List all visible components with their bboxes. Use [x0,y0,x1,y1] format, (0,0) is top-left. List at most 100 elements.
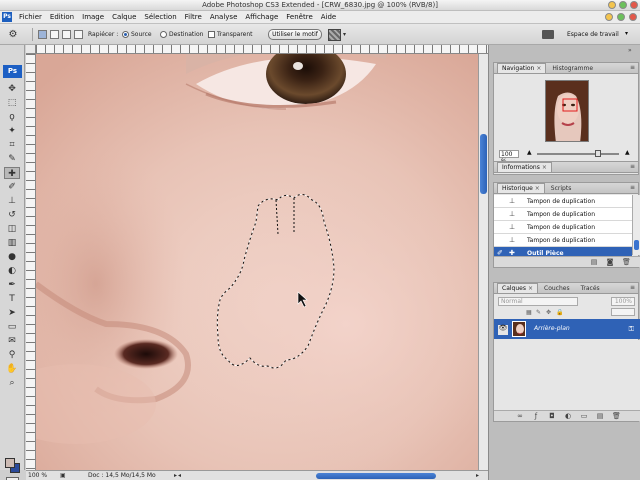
history-state[interactable]: ⊥ Tampon de duplication [494,221,632,234]
subtract-selection-mode-button[interactable] [62,30,71,39]
new-group-icon[interactable]: ▭ [580,413,588,420]
zoom-in-icon[interactable]: ▲ [625,149,630,156]
magic-wand-tool-icon[interactable]: ✦ [4,125,20,137]
close-tab-icon[interactable]: × [535,185,540,192]
healing-patch-tool-icon[interactable]: ✚ [4,167,20,179]
transparent-checkbox[interactable] [208,31,215,38]
link-layers-icon[interactable]: ∞ [516,413,524,420]
blend-mode-select[interactable]: Normal [498,297,578,306]
clone-stamp-tool-icon[interactable]: ⊥ [4,195,20,207]
destination-radio[interactable] [160,31,167,38]
collapse-panels-icon[interactable]: » [628,47,637,54]
history-scrollbar[interactable] [632,195,640,255]
status-info-icon[interactable]: ▣ [60,472,67,479]
tab-calques[interactable]: Calques × [497,283,538,293]
dodge-tool-icon[interactable]: ◐ [4,265,20,277]
doc-minimize-button[interactable] [605,13,613,21]
eraser-tool-icon[interactable]: ◫ [4,223,20,235]
panel-menu-icon[interactable]: ≡ [630,163,635,170]
vertical-scrollbar[interactable] [478,54,488,470]
layer-style-icon[interactable]: ƒ [532,413,540,420]
intersect-selection-mode-button[interactable] [74,30,83,39]
lasso-tool-icon[interactable]: ϙ [4,111,20,123]
close-tab-icon[interactable]: × [528,285,533,292]
new-document-from-state-icon[interactable]: ▤ [590,259,598,266]
blur-tool-icon[interactable]: ● [4,251,20,263]
workspace-chevron-icon[interactable]: ▾ [625,30,628,37]
layer-row-background[interactable]: 👁 Arrière-plan ⚿ [494,319,640,339]
add-selection-mode-button[interactable] [50,30,59,39]
history-scrollbar-thumb[interactable] [634,240,639,250]
menu-edition[interactable]: Edition [46,11,78,24]
tab-couches[interactable]: Couches [539,283,575,293]
panel-menu-icon[interactable]: ≡ [630,184,635,191]
history-brush-tool-icon[interactable]: ↺ [4,209,20,221]
navigator-zoom-knob[interactable] [595,150,601,157]
menu-fichier[interactable]: Fichier [15,11,46,24]
panel-menu-icon[interactable]: ≡ [630,64,635,71]
panel-menu-icon[interactable]: ≡ [630,284,635,291]
eyedropper-sample-tool-icon[interactable]: ⚲ [4,349,20,361]
patch-tool-preset-icon[interactable]: ⚙ [6,28,20,41]
close-tab-icon[interactable]: × [536,65,541,72]
lock-transparency-icon[interactable]: ▦ [526,309,533,316]
vertical-ruler[interactable] [26,54,36,470]
menu-fenetre[interactable]: Fenêtre [282,11,316,24]
minimize-window-button[interactable] [608,1,616,9]
workspace-dropdown[interactable]: Espace de travail [567,31,619,38]
marquee-tool-icon[interactable]: ⬚ [4,97,20,109]
new-selection-mode-button[interactable] [38,30,47,39]
history-state[interactable]: ⊥ Tampon de duplication [494,234,632,247]
new-snapshot-icon[interactable]: ◙ [606,259,614,266]
ruler-origin[interactable] [26,45,36,54]
foreground-color-swatch[interactable] [5,458,15,468]
hand-tool-icon[interactable]: ✋ [4,363,20,375]
lock-pixels-icon[interactable]: ✎ [536,309,543,316]
tab-navigation[interactable]: Navigation × [497,63,547,73]
zoom-tool-icon[interactable]: ⌕ [4,377,20,389]
delete-layer-icon[interactable]: 🗑 [612,413,621,420]
source-radio[interactable] [122,31,129,38]
menu-affichage[interactable]: Affichage [241,11,282,24]
pen-tool-icon[interactable]: ✒ [4,279,20,291]
tab-histogram[interactable]: Histogramme [547,63,598,73]
menu-filtre[interactable]: Filtre [181,11,206,24]
menu-selection[interactable]: Sélection [140,11,180,24]
pattern-dropdown-icon[interactable]: ▾ [343,29,350,41]
menu-image[interactable]: Image [78,11,108,24]
lock-position-icon[interactable]: ✥ [546,309,553,316]
crop-tool-icon[interactable]: ⌗ [4,139,20,151]
tab-historique[interactable]: Historique × [497,183,545,193]
fill-field[interactable] [611,308,635,316]
move-tool-icon[interactable]: ✥ [4,83,20,95]
navigator-thumbnail[interactable] [545,80,589,142]
navigator-zoom-field[interactable]: 100 % [499,150,519,165]
doc-close-button[interactable] [629,13,637,21]
horizontal-ruler[interactable] [36,45,488,54]
navigator-zoom-slider[interactable] [537,150,619,157]
type-tool-icon[interactable]: T [4,293,20,305]
doc-maximize-button[interactable] [617,13,625,21]
pattern-swatch[interactable] [328,29,341,41]
menu-aide[interactable]: Aide [317,11,340,24]
tab-traces[interactable]: Tracés [576,283,605,293]
history-state[interactable]: ⊥ Tampon de duplication [494,195,632,208]
scroll-left-icon[interactable]: ◂ [178,472,185,479]
history-state[interactable]: ⊥ Tampon de duplication [494,208,632,221]
palette-well-icon[interactable] [542,30,554,39]
close-window-button[interactable] [630,1,638,9]
lock-all-icon[interactable]: 🔒 [556,309,563,316]
close-tab-icon[interactable]: × [542,164,547,171]
image-canvas[interactable] [36,54,478,470]
tab-scripts[interactable]: Scripts [546,183,577,193]
scroll-right-icon[interactable]: ▸ [476,472,483,479]
menu-calque[interactable]: Calque [108,11,140,24]
tab-informations[interactable]: Informations × [497,162,552,172]
new-layer-icon[interactable]: ▤ [596,413,604,420]
opacity-field[interactable]: 100% [611,297,635,306]
vertical-scrollbar-thumb[interactable] [480,134,487,194]
gradient-tool-icon[interactable]: ▥ [4,237,20,249]
zoom-out-icon[interactable]: ▲ [527,149,532,156]
brush-tool-icon[interactable]: ✐ [4,181,20,193]
adjustment-layer-icon[interactable]: ◐ [564,413,572,420]
